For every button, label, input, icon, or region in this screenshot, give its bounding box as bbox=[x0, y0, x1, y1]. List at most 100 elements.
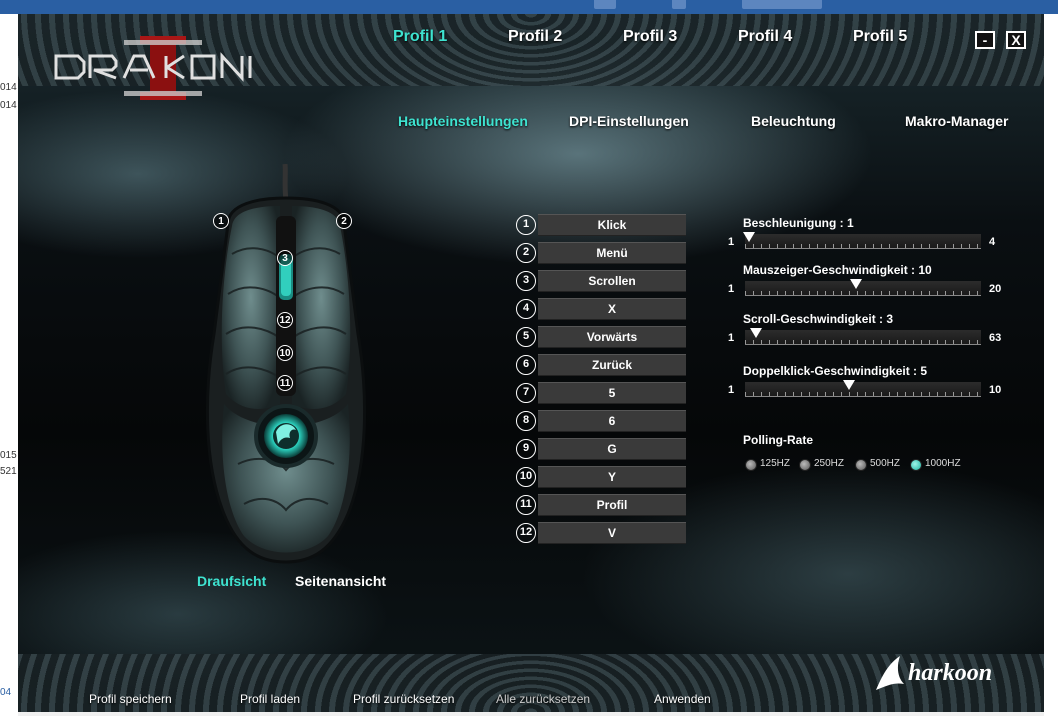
assignment-number: 8 bbox=[516, 411, 536, 431]
slider-min-value: 1 bbox=[728, 236, 735, 248]
polling-rate-title: Polling-Rate bbox=[743, 433, 814, 447]
assignment-number: 12 bbox=[516, 523, 536, 543]
slider-track[interactable] bbox=[743, 232, 981, 249]
polling-radio-label: 500HZ bbox=[870, 458, 901, 469]
slider-thumb[interactable] bbox=[850, 279, 863, 289]
assignment-row: 1 Klick bbox=[516, 214, 688, 236]
assignment-number: 7 bbox=[516, 383, 536, 403]
assignment-number: 2 bbox=[516, 243, 536, 263]
tab-profil-3[interactable]: Profil 3 bbox=[623, 28, 677, 46]
minimize-button[interactable]: - bbox=[975, 31, 995, 49]
mouse-badge-1[interactable]: 1 bbox=[213, 213, 229, 229]
assignment-row: 2 Menü bbox=[516, 242, 688, 264]
slider-max-value: 63 bbox=[989, 332, 1002, 344]
background-bottom-strip bbox=[18, 712, 1044, 716]
polling-radio[interactable] bbox=[910, 459, 922, 471]
mouse-badge-2[interactable]: 2 bbox=[336, 213, 352, 229]
tab-profil-4[interactable]: Profil 4 bbox=[738, 28, 792, 46]
drakonia-app-window: Profil 1 Profil 2 Profil 3 Profil 4 Prof… bbox=[18, 14, 1044, 712]
tab-seitenansicht[interactable]: Seitenansicht bbox=[295, 573, 386, 589]
background-tab-chip bbox=[742, 0, 822, 9]
tab-profil-1[interactable]: Profil 1 bbox=[393, 28, 447, 46]
tab-profil-5[interactable]: Profil 5 bbox=[853, 28, 907, 46]
slider-track[interactable] bbox=[745, 279, 981, 296]
background-text: 015 bbox=[0, 450, 17, 461]
slider-thumb[interactable] bbox=[843, 380, 856, 390]
slider-min-value: 1 bbox=[728, 283, 735, 295]
tab-haupteinstellungen[interactable]: Haupteinstellungen bbox=[398, 113, 528, 129]
close-button[interactable]: X bbox=[1006, 31, 1026, 49]
mouse-badge-10[interactable]: 10 bbox=[277, 345, 293, 361]
background-tab-chip bbox=[672, 0, 686, 9]
assignment-button[interactable]: Profil bbox=[538, 494, 686, 516]
assignment-row: 9G bbox=[516, 438, 688, 460]
profil-zuruecksetzen-button[interactable]: Profil zurücksetzen bbox=[353, 692, 454, 706]
assignment-button[interactable]: Y bbox=[538, 466, 686, 488]
assignment-row: 86 bbox=[516, 410, 688, 432]
profil-speichern-button[interactable]: Profil speichern bbox=[89, 692, 172, 706]
assignment-button[interactable]: 6 bbox=[538, 410, 686, 432]
slider-max-value: 4 bbox=[989, 236, 996, 248]
polling-radio[interactable] bbox=[855, 459, 867, 471]
assignment-button[interactable]: G bbox=[538, 438, 686, 460]
polling-radio-label: 250HZ bbox=[814, 458, 845, 469]
assignment-button[interactable]: Zurück bbox=[538, 354, 686, 376]
background-link[interactable]: 04 bbox=[0, 687, 11, 698]
slider-thumb[interactable] bbox=[743, 232, 755, 242]
background-text: 521 bbox=[0, 466, 17, 477]
slider-label: Beschleunigung : 1 bbox=[743, 216, 854, 230]
mouse-badge-11[interactable]: 11 bbox=[277, 375, 293, 391]
assignment-row: 3 Scrollen bbox=[516, 270, 688, 292]
slider-thumb[interactable] bbox=[750, 328, 763, 338]
slider-track[interactable] bbox=[745, 380, 981, 397]
assignment-row: 12 V bbox=[516, 522, 688, 544]
tab-draufsicht[interactable]: Draufsicht bbox=[197, 573, 266, 589]
assignment-button[interactable]: Klick bbox=[538, 214, 686, 236]
assignment-number: 10 bbox=[516, 467, 536, 487]
svg-text:harkoon: harkoon bbox=[908, 660, 992, 686]
background-text: 014 bbox=[0, 100, 17, 111]
drakonia-logo bbox=[54, 36, 252, 100]
assignment-row: 5 Vorwärts bbox=[516, 326, 688, 348]
polling-radio[interactable] bbox=[745, 459, 757, 471]
assignment-number: 4 bbox=[516, 299, 536, 319]
assignment-row: 75 bbox=[516, 382, 688, 404]
sharkoon-logo: harkoon bbox=[876, 656, 992, 690]
assignment-row: 11 Profil bbox=[516, 494, 688, 516]
assignment-button[interactable]: X bbox=[538, 298, 686, 320]
assignment-number: 3 bbox=[516, 271, 536, 291]
profil-laden-button[interactable]: Profil laden bbox=[240, 692, 300, 706]
background-browser-titlebar bbox=[0, 0, 1058, 14]
background-tab-chip bbox=[594, 0, 616, 9]
tab-makro-manager[interactable]: Makro-Manager bbox=[905, 113, 1008, 129]
assignment-number: 6 bbox=[516, 355, 536, 375]
polling-radio-label: 1000HZ bbox=[925, 458, 961, 469]
slider-label: Scroll-Geschwindigkeit : 3 bbox=[743, 312, 894, 326]
background-text: 014 bbox=[0, 82, 17, 93]
slider-max-value: 20 bbox=[989, 283, 1002, 295]
assignment-button[interactable]: Menü bbox=[538, 242, 686, 264]
assignment-row: 10 Y bbox=[516, 466, 688, 488]
assignment-button[interactable]: Vorwärts bbox=[538, 326, 686, 348]
tab-dpi-einstellungen[interactable]: DPI-Einstellungen bbox=[569, 113, 689, 129]
assignment-number: 11 bbox=[516, 495, 536, 515]
mouse-badge-12[interactable]: 12 bbox=[277, 312, 293, 328]
background-sidebar: 014 014 015 521 04 bbox=[0, 14, 19, 716]
assignment-number: 1 bbox=[516, 215, 536, 235]
assignment-button[interactable]: Scrollen bbox=[538, 270, 686, 292]
assignment-number: 5 bbox=[516, 327, 536, 347]
slider-max-value: 10 bbox=[989, 384, 1002, 396]
assignment-number: 9 bbox=[516, 439, 536, 459]
assignment-row: 6 Zurück bbox=[516, 354, 688, 376]
assignment-button[interactable]: 5 bbox=[538, 382, 686, 404]
alle-zuruecksetzen-button[interactable]: Alle zurücksetzen bbox=[496, 692, 590, 706]
tab-beleuchtung[interactable]: Beleuchtung bbox=[751, 113, 836, 129]
slider-track[interactable] bbox=[745, 328, 981, 345]
tab-profil-2[interactable]: Profil 2 bbox=[508, 28, 562, 46]
slider-min-value: 1 bbox=[728, 332, 735, 344]
mouse-badge-3[interactable]: 3 bbox=[277, 250, 293, 266]
polling-radio[interactable] bbox=[799, 459, 811, 471]
anwenden-button[interactable]: Anwenden bbox=[654, 692, 711, 706]
assignment-button[interactable]: V bbox=[538, 522, 686, 544]
background-right-edge bbox=[1044, 14, 1058, 716]
